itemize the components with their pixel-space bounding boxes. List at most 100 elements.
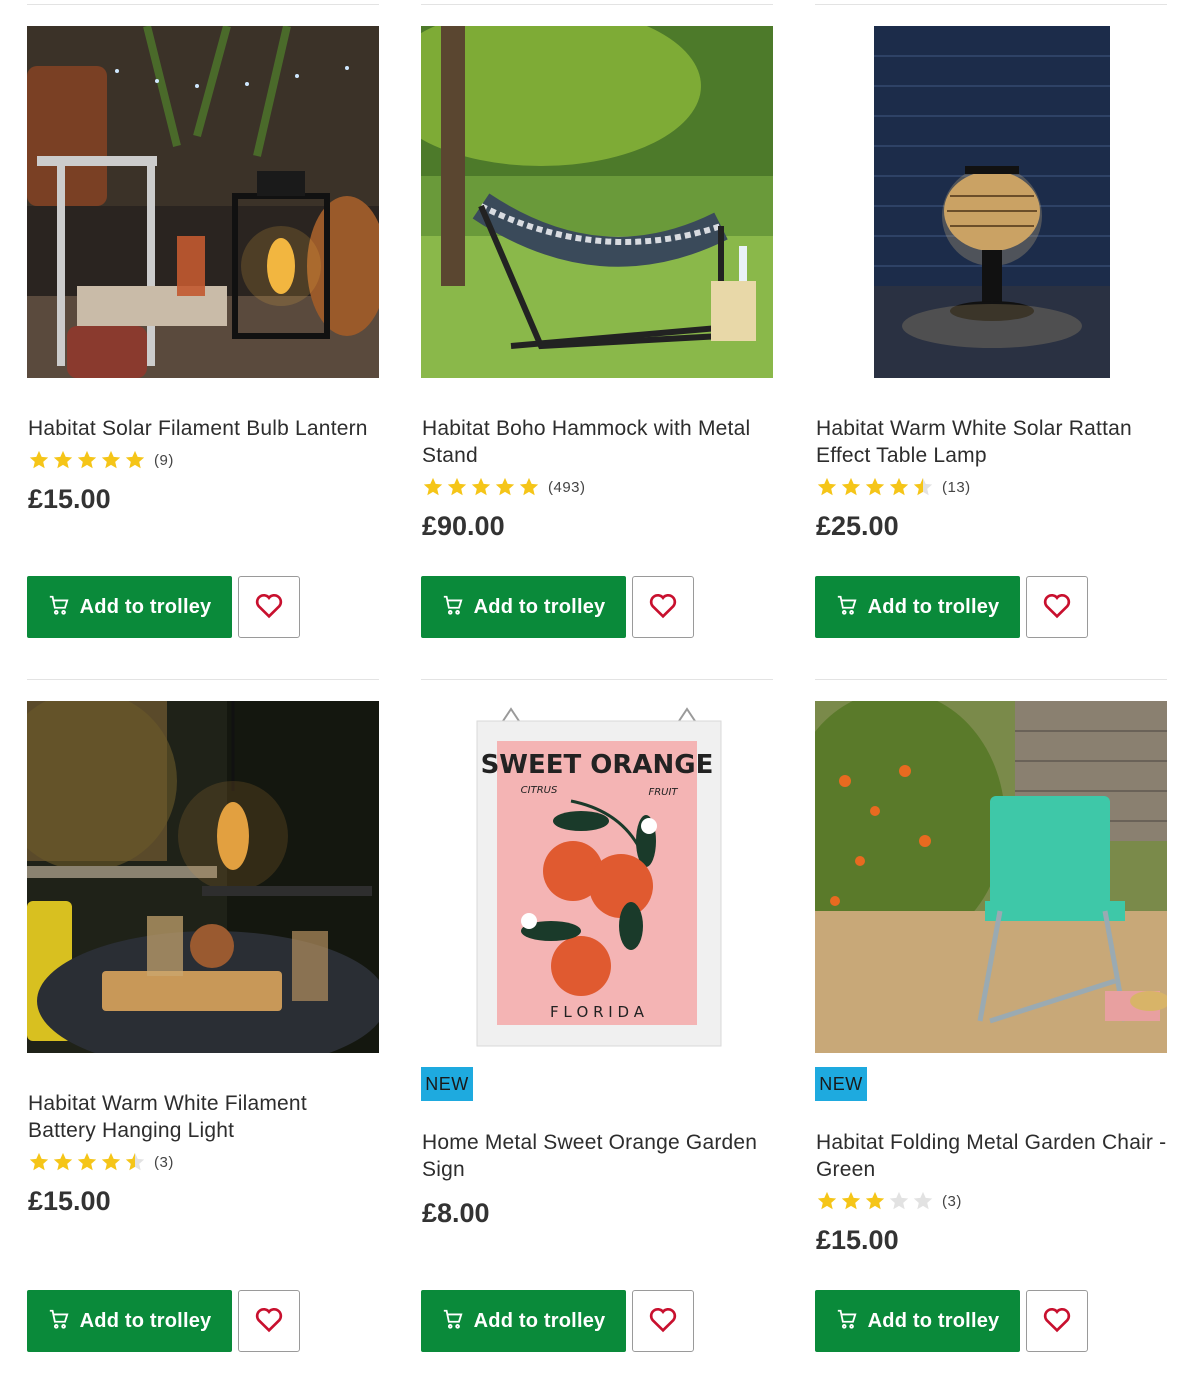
heart-icon [253, 1303, 285, 1340]
add-to-trolley-label: Add to trolley [867, 595, 1000, 618]
heart-icon [253, 589, 285, 626]
star-icon [53, 450, 73, 469]
card-divider [421, 679, 773, 680]
add-to-trolley-button[interactable]: Add to trolley [421, 1290, 626, 1352]
product-rating: (3) [28, 1151, 174, 1173]
review-count: (493) [548, 478, 586, 496]
star-icon [913, 1191, 933, 1210]
review-count: (3) [942, 1192, 962, 1210]
product-card: Habitat Warm White Solar Rattan Effect T… [815, 26, 1167, 638]
cart-icon [48, 1308, 70, 1335]
product-title[interactable]: Habitat Solar Filament Bulb Lantern [28, 415, 380, 442]
product-image-lantern[interactable] [27, 26, 379, 378]
favourite-button[interactable] [1026, 576, 1088, 638]
add-to-trolley-button[interactable]: Add to trolley [421, 576, 626, 638]
product-price: £90.00 [422, 511, 505, 541]
favourite-button[interactable] [238, 576, 300, 638]
favourite-button[interactable] [632, 576, 694, 638]
favourite-button[interactable] [238, 1290, 300, 1352]
star-icon [865, 1191, 885, 1210]
product-title[interactable]: Habitat Folding Metal Garden Chair - Gre… [816, 1129, 1168, 1183]
product-price: £15.00 [816, 1225, 899, 1255]
cart-icon [442, 1308, 464, 1335]
product-rating: (13) [816, 476, 971, 498]
card-divider [815, 679, 1167, 680]
star-icon [817, 1191, 837, 1210]
star-icon [865, 477, 885, 496]
cart-icon [442, 594, 464, 621]
product-image-garden-sign[interactable]: SWEET ORANGE CITRUS FRUIT F L O R I D A [421, 701, 773, 1053]
heart-icon [647, 589, 679, 626]
add-to-trolley-button[interactable]: Add to trolley [27, 576, 232, 638]
product-card: NEW Habitat Folding Metal Garden Chair -… [815, 701, 1167, 1353]
add-to-trolley-button[interactable]: Add to trolley [815, 576, 1020, 638]
add-to-trolley-label: Add to trolley [79, 595, 212, 618]
star-icon [53, 1152, 73, 1171]
sign-right-word: FRUIT [648, 787, 678, 798]
card-divider [421, 4, 773, 5]
product-title[interactable]: Habitat Warm White Filament Battery Hang… [28, 1090, 380, 1144]
product-image-garden-chair[interactable] [815, 701, 1167, 1053]
heart-icon [647, 1303, 679, 1340]
product-price: £25.00 [816, 511, 899, 541]
product-price: £15.00 [28, 484, 111, 514]
product-title[interactable]: Habitat Warm White Solar Rattan Effect T… [816, 415, 1168, 469]
cart-icon [48, 594, 70, 621]
cart-icon [836, 594, 858, 621]
star-icon [913, 477, 933, 496]
star-rating [422, 476, 542, 498]
star-icon [29, 1152, 49, 1171]
card-divider [27, 4, 379, 5]
star-icon [77, 450, 97, 469]
star-rating [816, 1190, 936, 1212]
product-card: SWEET ORANGE CITRUS FRUIT F L O R I D A … [421, 701, 773, 1353]
product-rating: (3) [816, 1190, 962, 1212]
card-divider [815, 4, 1167, 5]
add-to-trolley-label: Add to trolley [867, 1309, 1000, 1332]
product-image-hammock[interactable] [421, 26, 773, 378]
sign-footer: F L O R I D A [550, 1003, 645, 1021]
add-to-trolley-label: Add to trolley [473, 595, 606, 618]
star-icon [495, 477, 515, 496]
star-rating [28, 1151, 148, 1173]
product-title[interactable]: Habitat Boho Hammock with Metal Stand [422, 415, 774, 469]
sign-heading: SWEET ORANGE [481, 750, 714, 780]
product-card: Habitat Warm White Filament Battery Hang… [27, 701, 379, 1353]
star-icon [101, 1152, 121, 1171]
new-badge: NEW [421, 1067, 473, 1101]
star-icon [889, 477, 909, 496]
star-icon [423, 477, 443, 496]
add-to-trolley-label: Add to trolley [79, 1309, 212, 1332]
star-icon [889, 1191, 909, 1210]
product-rating: (9) [28, 449, 174, 471]
favourite-button[interactable] [632, 1290, 694, 1352]
product-image-hanging-light[interactable] [27, 701, 379, 1053]
add-to-trolley-button[interactable]: Add to trolley [27, 1290, 232, 1352]
product-image-table-lamp[interactable] [815, 26, 1167, 378]
card-divider [27, 679, 379, 680]
star-icon [841, 1191, 861, 1210]
review-count: (3) [154, 1153, 174, 1171]
add-to-trolley-button[interactable]: Add to trolley [815, 1290, 1020, 1352]
star-icon [77, 1152, 97, 1171]
star-icon [841, 477, 861, 496]
product-price: £15.00 [28, 1186, 111, 1216]
product-card: Habitat Solar Filament Bulb Lantern (9) … [27, 26, 379, 638]
product-title[interactable]: Home Metal Sweet Orange Garden Sign [422, 1129, 774, 1183]
new-badge: NEW [815, 1067, 867, 1101]
add-to-trolley-label: Add to trolley [473, 1309, 606, 1332]
star-icon [447, 477, 467, 496]
heart-icon [1041, 589, 1073, 626]
review-count: (9) [154, 451, 174, 469]
favourite-button[interactable] [1026, 1290, 1088, 1352]
product-rating: (493) [422, 476, 586, 498]
heart-icon [1041, 1303, 1073, 1340]
cart-icon [836, 1308, 858, 1335]
sign-left-word: CITRUS [521, 785, 558, 796]
star-icon [519, 477, 539, 496]
review-count: (13) [942, 478, 971, 496]
star-icon [101, 450, 121, 469]
star-icon [471, 477, 491, 496]
product-price: £8.00 [422, 1198, 490, 1228]
star-icon [817, 477, 837, 496]
